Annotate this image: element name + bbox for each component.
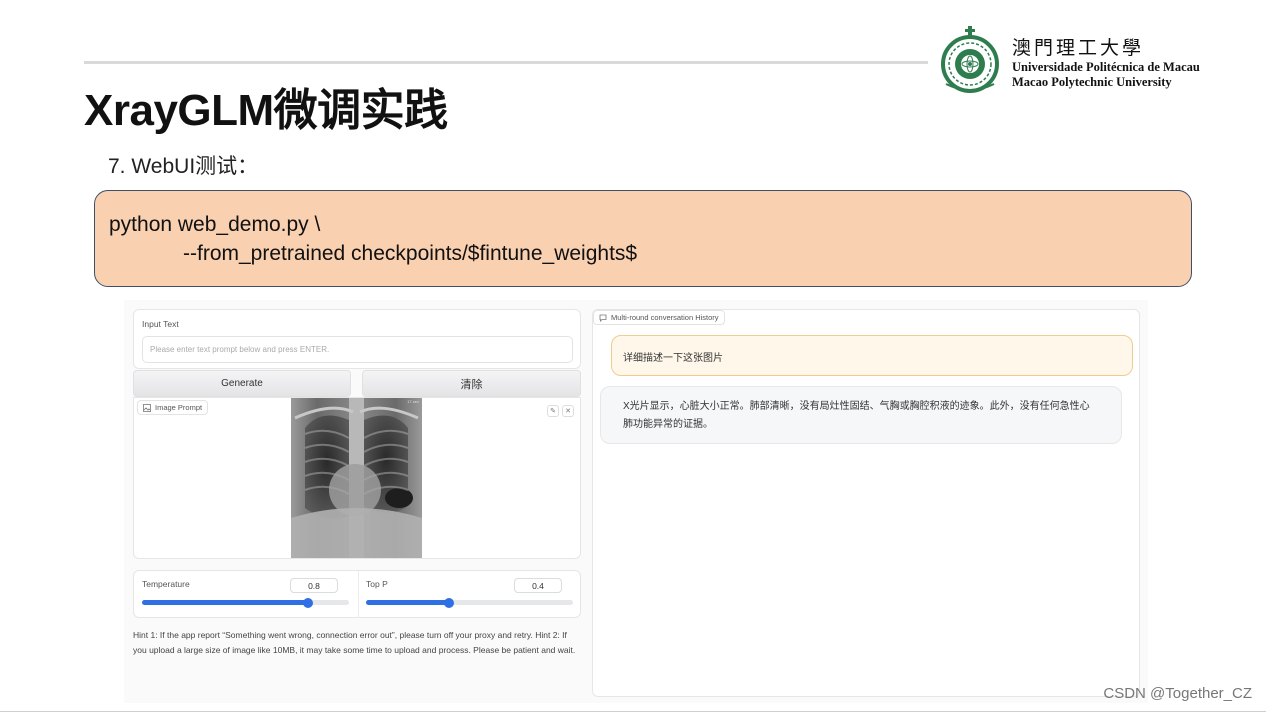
- temperature-label: Temperature: [142, 579, 190, 589]
- temperature-slider-fill: [142, 600, 308, 605]
- input-text-label: Input Text: [142, 319, 179, 329]
- university-name-pt: Universidade Politécnica de Macau: [1012, 60, 1200, 74]
- history-label: Multi-round conversation History: [611, 313, 719, 322]
- image-prompt-tag: Image Prompt: [137, 400, 209, 415]
- code-line-1: python web_demo.py \: [109, 213, 321, 236]
- bottom-divider: [0, 711, 1266, 712]
- code-block: python web_demo.py \ --from_pretrained c…: [94, 190, 1192, 287]
- webui-screenshot: Input Text Please enter text prompt belo…: [124, 300, 1148, 703]
- text-prompt-input[interactable]: Please enter text prompt below and press…: [142, 336, 573, 363]
- clear-button[interactable]: 清除: [362, 370, 581, 397]
- university-name-cn: 澳門理工大學: [1012, 38, 1145, 59]
- history-tag: Multi-round conversation History: [593, 310, 725, 325]
- close-icon[interactable]: ✕: [562, 405, 574, 417]
- code-line-2: --from_pretrained checkpoints/$fintune_w…: [183, 242, 638, 265]
- top-p-slider-fill: [366, 600, 449, 605]
- top-p-label: Top P: [366, 579, 388, 589]
- slide-subtitle: 7. WebUI测试：: [108, 155, 259, 178]
- bot-message: X光片显示，心脏大小正常。肺部清晰，没有局灶性固结、气胸或胸腔积液的迹象。此外，…: [600, 386, 1122, 444]
- university-name-en: Macao Polytechnic University: [1012, 75, 1172, 89]
- input-text-panel: Input Text Please enter text prompt belo…: [133, 309, 581, 369]
- university-name: 澳門理工大學 Universidade Politécnica de Macau…: [1012, 38, 1200, 90]
- watermark: CSDN @Together_CZ: [1103, 685, 1252, 702]
- slider-divider: [358, 571, 359, 618]
- top-p-slider-thumb[interactable]: [443, 597, 454, 608]
- temperature-slider-thumb[interactable]: [302, 597, 313, 608]
- top-p-slider[interactable]: [366, 597, 573, 608]
- xray-corner-text: 17 sec: [407, 399, 419, 404]
- pencil-icon[interactable]: ✎: [547, 405, 559, 417]
- slide-title: XrayGLM微调实践: [84, 86, 448, 135]
- xray-image: 17 sec: [291, 398, 422, 558]
- hint-text: Hint 1: If the app report “Something wen…: [133, 630, 576, 655]
- top-p-value[interactable]: 0.4: [514, 578, 562, 593]
- sliders-panel: Temperature 0.8 Top P 0.4: [133, 570, 581, 618]
- image-prompt-label: Image Prompt: [155, 403, 203, 412]
- image-icon: [143, 403, 151, 412]
- image-prompt-panel: Image Prompt ✎ ✕ 17 sec: [133, 397, 581, 559]
- chat-icon: [599, 314, 607, 322]
- generate-button[interactable]: Generate: [133, 370, 351, 397]
- conversation-panel: Multi-round conversation History 详细描述一下这…: [592, 309, 1140, 697]
- top-divider: [84, 61, 928, 64]
- user-message: 详细描述一下这张图片: [611, 335, 1133, 376]
- temperature-slider[interactable]: [142, 597, 349, 608]
- university-seal-icon: [941, 26, 999, 93]
- xray-drawing: [291, 398, 422, 558]
- temperature-value[interactable]: 0.8: [290, 578, 338, 593]
